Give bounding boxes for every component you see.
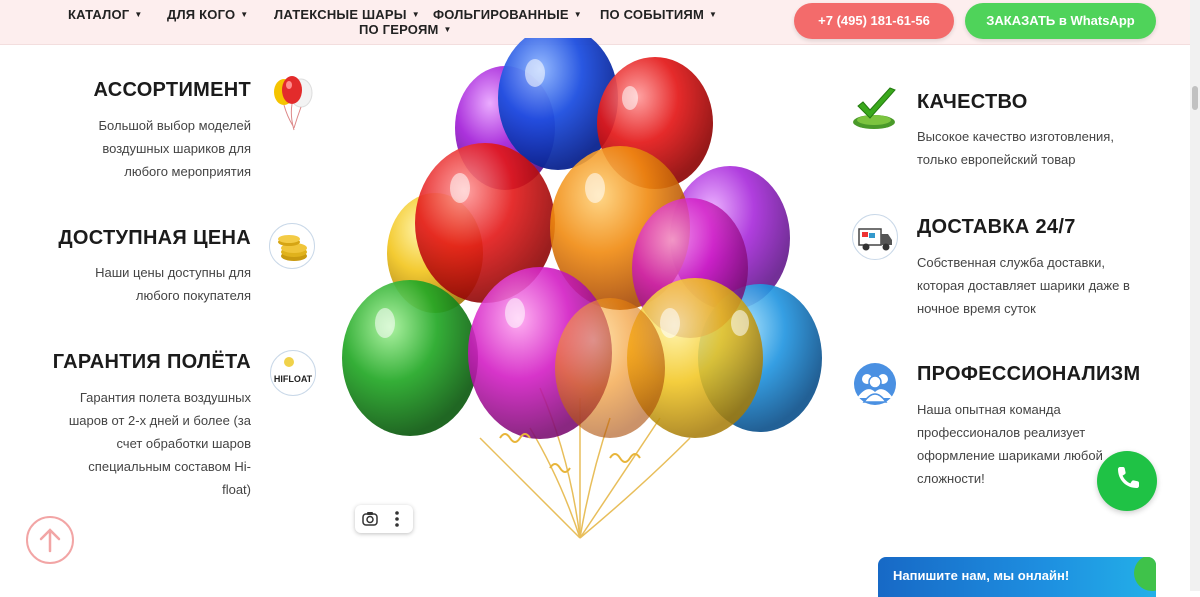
nav-item-events[interactable]: ПО СОБЫТИЯМ ▼ xyxy=(600,7,717,22)
desc-line: Гарантия полета воздушных xyxy=(79,390,251,405)
scrollbar-thumb[interactable] xyxy=(1192,86,1198,110)
image-tools xyxy=(355,505,413,533)
feature-title-quality: КАЧЕСТВО xyxy=(917,91,1028,113)
chevron-down-icon: ▼ xyxy=(240,10,249,19)
feature-title-price: ДОСТУПНАЯ ЦЕНА xyxy=(58,227,251,249)
nav-item-label: ЛАТЕКСНЫЕ ШАРЫ xyxy=(274,7,407,22)
chevron-down-icon: ▼ xyxy=(708,10,718,19)
chevron-down-icon: ▼ xyxy=(573,10,582,19)
nav-item-catalog[interactable]: КАТАЛОГ ▼ xyxy=(68,7,142,22)
balloons-icon xyxy=(274,76,313,131)
hifloat-icon: HIFLOAT xyxy=(270,350,316,396)
desc-line: float) xyxy=(222,482,251,497)
desc-line: любого покупателя xyxy=(135,288,251,303)
desc-line: воздушных шариков для xyxy=(102,141,251,156)
desc-line: любого мероприятия xyxy=(124,164,251,179)
chevron-down-icon: ▼ xyxy=(411,10,420,19)
desc-line: профессионалов реализует xyxy=(917,425,1086,440)
camera-icon[interactable] xyxy=(361,510,379,528)
feature-title-guarantee: ГАРАНТИЯ ПОЛЁТА xyxy=(52,351,251,373)
scroll-to-top-button[interactable] xyxy=(26,516,74,564)
desc-line: Высокое качество изготовления, xyxy=(917,129,1114,144)
feature-desc-price: Наши цены доступны для любого покупателя xyxy=(51,261,251,307)
balloons-image xyxy=(342,38,822,539)
coins-icon xyxy=(269,223,315,269)
nav-item-label: ПО ГЕРОЯМ xyxy=(359,22,439,37)
arrow-up-icon xyxy=(39,528,61,553)
feature-desc-guarantee: Гарантия полета воздушных шаров от 2-х д… xyxy=(41,386,251,501)
phone-button[interactable]: +7 (495) 181-61-56 xyxy=(794,3,954,39)
chevron-down-icon: ▼ xyxy=(134,10,143,19)
nav-item-label: КАТАЛОГ xyxy=(68,7,130,22)
team-icon xyxy=(854,363,896,405)
feature-title-delivery: ДОСТАВКА 24/7 xyxy=(917,216,1076,238)
chat-widget[interactable]: Напишите нам, мы онлайн! xyxy=(878,557,1156,597)
feature-desc-assortment: Большой выбор моделей воздушных шариков … xyxy=(51,114,251,183)
checkmark-icon xyxy=(853,87,896,129)
feature-title-professionalism: ПРОФЕССИОНАЛИЗМ xyxy=(917,363,1141,385)
more-options-icon[interactable] xyxy=(391,509,403,529)
nav-item-foil[interactable]: ФОЛЬГИРОВАННЫЕ ▼ xyxy=(433,7,582,22)
chevron-down-icon: ▼ xyxy=(443,25,452,34)
nav-item-for-whom[interactable]: ДЛЯ КОГО ▼ xyxy=(167,7,248,22)
chat-widget-label: Напишите нам, мы онлайн! xyxy=(893,568,1070,583)
desc-line: которая доставляет шарики даже в xyxy=(917,278,1130,293)
call-button[interactable] xyxy=(1097,451,1157,511)
desc-line: Большой выбор моделей xyxy=(98,118,251,133)
truck-icon xyxy=(852,214,898,260)
nav-item-label: ПО СОБЫТИЯМ xyxy=(600,7,704,22)
chat-status-icon xyxy=(1134,557,1156,591)
desc-line: Наша опытная команда xyxy=(917,402,1061,417)
feature-title-assortment: АССОРТИМЕНТ xyxy=(93,79,251,101)
desc-line: специальным составом Hi- xyxy=(88,459,251,474)
feature-desc-delivery: Собственная служба доставки, которая дос… xyxy=(917,251,1177,320)
desc-line: счет обработки шаров xyxy=(116,436,251,451)
scrollbar[interactable] xyxy=(1190,0,1200,591)
hifloat-icon-text: HIFLOAT xyxy=(274,374,313,384)
whatsapp-order-button[interactable]: ЗАКАЗАТЬ в WhatsApp xyxy=(965,3,1156,39)
desc-line: Наши цены доступны для xyxy=(95,265,251,280)
desc-line: шаров от 2-х дней и более (за xyxy=(68,413,251,428)
desc-line: только европейский товар xyxy=(917,152,1076,167)
desc-line: ночное время суток xyxy=(917,301,1036,316)
nav-item-latex[interactable]: ЛАТЕКСНЫЕ ШАРЫ ▼ xyxy=(274,7,420,22)
feature-desc-quality: Высокое качество изготовления, только ев… xyxy=(917,125,1177,171)
desc-line: Собственная служба доставки, xyxy=(917,255,1105,270)
nav-item-heroes[interactable]: ПО ГЕРОЯМ ▼ xyxy=(359,22,452,37)
nav-item-label: ДЛЯ КОГО xyxy=(167,7,236,22)
phone-icon xyxy=(1118,467,1139,488)
nav-item-label: ФОЛЬГИРОВАННЫЕ xyxy=(433,7,569,22)
